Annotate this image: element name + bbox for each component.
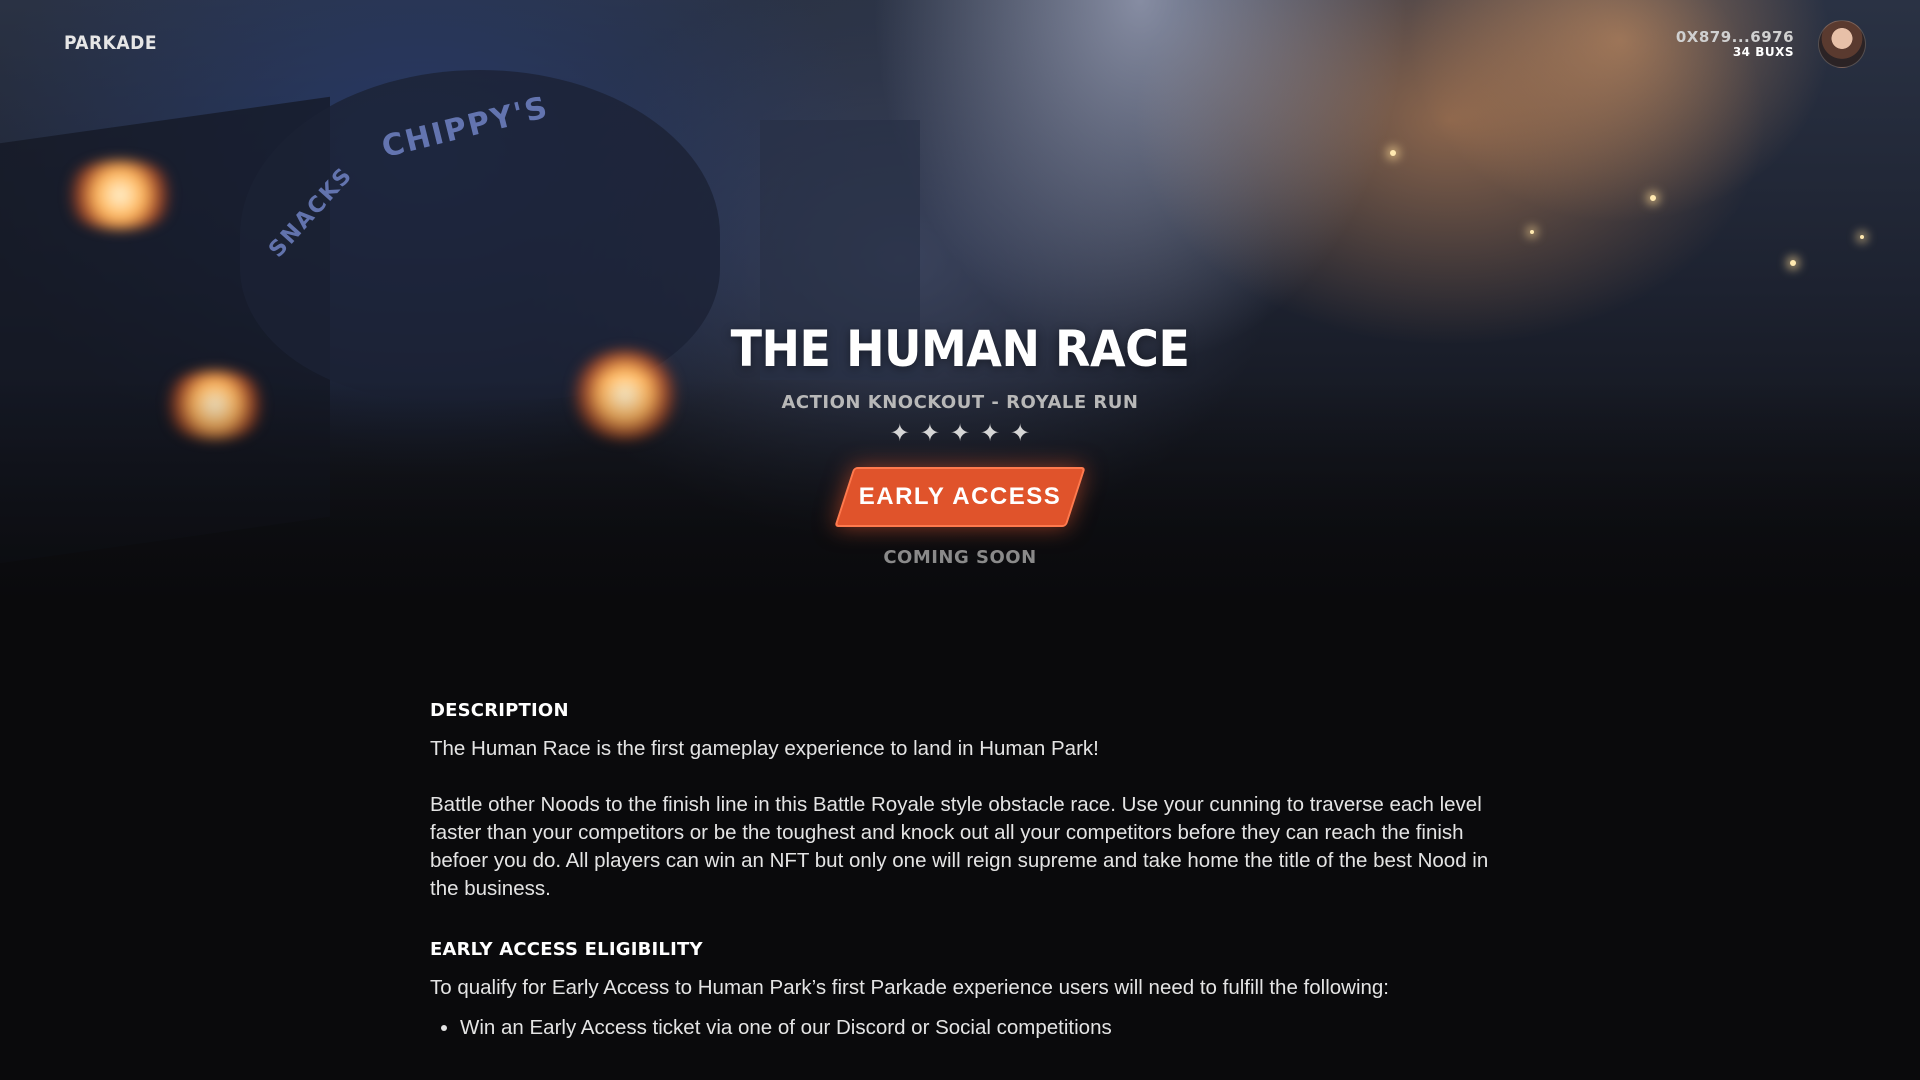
scene-spark [1860,235,1864,239]
bux-balance: 34 BUXS [1732,44,1794,59]
star-icon: ✦ [919,419,940,447]
scene-fire [60,160,180,230]
description-paragraph: Battle other Noods to the finish line in… [430,793,1489,900]
user-menu[interactable]: 0X879...6976 34 BUXS [1676,20,1866,68]
eligibility-list: Win an Early Access ticket via one of ou… [430,1014,1490,1042]
scene-spark [1650,195,1656,201]
page-title: THE HUMAN RACE [730,320,1190,378]
status-text: COMING SOON [883,547,1037,568]
early-access-button[interactable]: EARLY ACCESS [834,467,1086,527]
star-icon: ✦ [889,419,910,447]
star-icon: ✦ [1010,419,1031,447]
wallet-address: 0X879...6976 [1675,28,1794,47]
early-access-label: EARLY ACCESS [858,483,1062,510]
scene-spark [1790,260,1796,266]
scene-spark [1530,230,1534,234]
star-rating: ✦ ✦ ✦ ✦ ✦ [0,421,1920,445]
star-icon: ✦ [980,419,1001,447]
wallet-info: 0X879...6976 34 BUXS [1676,29,1794,59]
genre-tags: ACTION KNOCKOUT - ROYALE RUN [0,392,1920,413]
brand-logo[interactable]: PARKADE [64,32,157,54]
genre-primary: ACTION KNOCKOUT - [781,392,1000,413]
scene-spark [1390,150,1396,156]
genre-secondary: ROYALE RUN [1006,392,1139,413]
description-paragraph: The Human Race is the first gameplay exp… [430,737,1099,760]
list-item: Win an Early Access ticket via one of ou… [460,1014,1490,1042]
eligibility-intro: To qualify for Early Access to Human Par… [430,976,1390,999]
star-icon: ✦ [949,419,971,447]
description-heading: DESCRIPTION [430,700,569,721]
avatar[interactable] [1818,20,1866,68]
game-details: DESCRIPTION The Human Race is the first … [430,700,1490,1042]
eligibility-heading: EARLY ACCESS ELIGIBILITY [430,939,703,960]
game-header: THE HUMAN RACE ACTION KNOCKOUT - ROYALE … [0,320,1920,568]
